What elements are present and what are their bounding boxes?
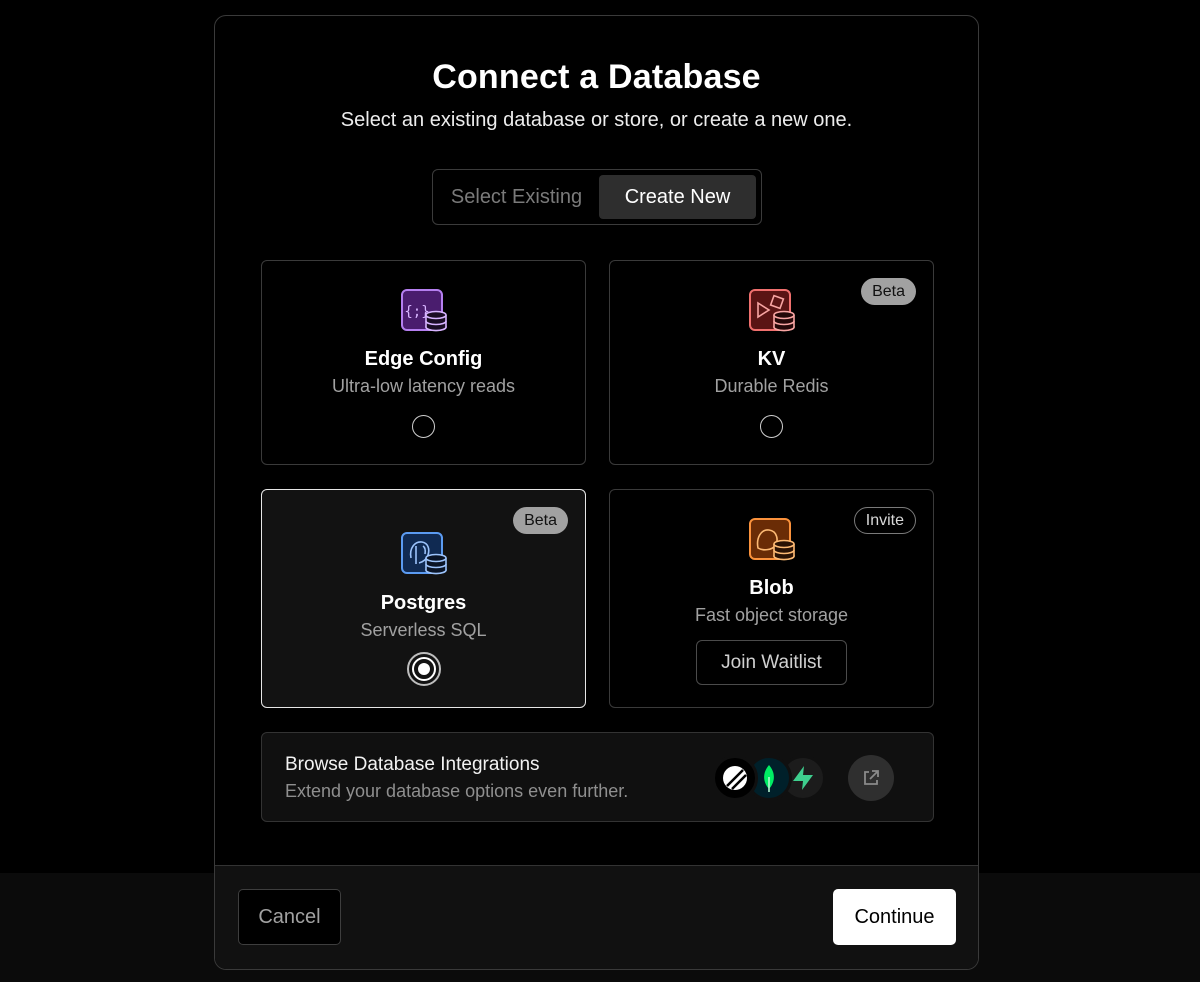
option-card-blob: Invite Blob Fast object storage Join Wai… xyxy=(609,489,934,708)
option-description: Fast object storage xyxy=(694,605,849,625)
mongodb-leaf-icon xyxy=(764,765,774,792)
option-description: Serverless SQL xyxy=(360,620,487,640)
option-radio[interactable] xyxy=(760,415,783,438)
tab-create-new[interactable]: Create New xyxy=(599,175,756,219)
kv-icon xyxy=(749,289,795,332)
option-description: Ultra-low latency reads xyxy=(331,376,516,396)
integrations-title: Browse Database Integrations xyxy=(285,754,540,775)
beta-badge: Beta xyxy=(513,507,568,534)
join-waitlist-button[interactable]: Join Waitlist xyxy=(696,640,847,685)
radio-dot xyxy=(418,663,430,675)
postgres-icon xyxy=(401,532,447,575)
connect-database-dialog: Connect a Database Select an existing da… xyxy=(214,15,979,970)
dialog-title: Connect a Database xyxy=(432,58,761,96)
tab-select-existing[interactable]: Select Existing xyxy=(438,175,595,219)
planetscale-logo xyxy=(712,755,758,801)
blob-icon xyxy=(749,518,795,561)
invite-badge: Invite xyxy=(853,507,916,534)
option-card-kv[interactable]: Beta KV Durable Redis xyxy=(609,260,934,465)
cancel-button[interactable]: Cancel xyxy=(238,889,341,945)
option-radio-selected[interactable] xyxy=(407,652,441,686)
radio-ring xyxy=(412,657,436,681)
option-title: Blob xyxy=(749,577,794,599)
option-radio[interactable] xyxy=(412,415,435,438)
edge-config-icon: {;} xyxy=(401,289,447,332)
external-link-button[interactable] xyxy=(848,755,894,801)
option-card-postgres[interactable]: Beta Postgres Serverless SQL xyxy=(261,489,586,708)
external-link-icon xyxy=(864,770,879,785)
option-title: Postgres xyxy=(380,592,467,614)
supabase-bolt-icon xyxy=(793,766,813,790)
integrations-description: Extend your database options even furthe… xyxy=(285,781,629,801)
mode-toggle: Select Existing Create New xyxy=(432,169,762,225)
option-title: KV xyxy=(757,348,786,370)
option-description: Durable Redis xyxy=(714,376,829,396)
option-card-edge-config[interactable]: {;} Edge Config Ultra-low latency reads xyxy=(261,260,586,465)
dialog-footer: Cancel Continue xyxy=(215,865,978,969)
integration-logos xyxy=(712,755,832,801)
browse-integrations-card[interactable]: Browse Database Integrations Extend your… xyxy=(261,732,934,822)
planetscale-icon xyxy=(723,766,747,790)
option-title: Edge Config xyxy=(364,348,483,370)
beta-badge: Beta xyxy=(861,278,916,305)
continue-button[interactable]: Continue xyxy=(833,889,956,945)
dialog-subtitle: Select an existing database or store, or… xyxy=(340,109,853,131)
